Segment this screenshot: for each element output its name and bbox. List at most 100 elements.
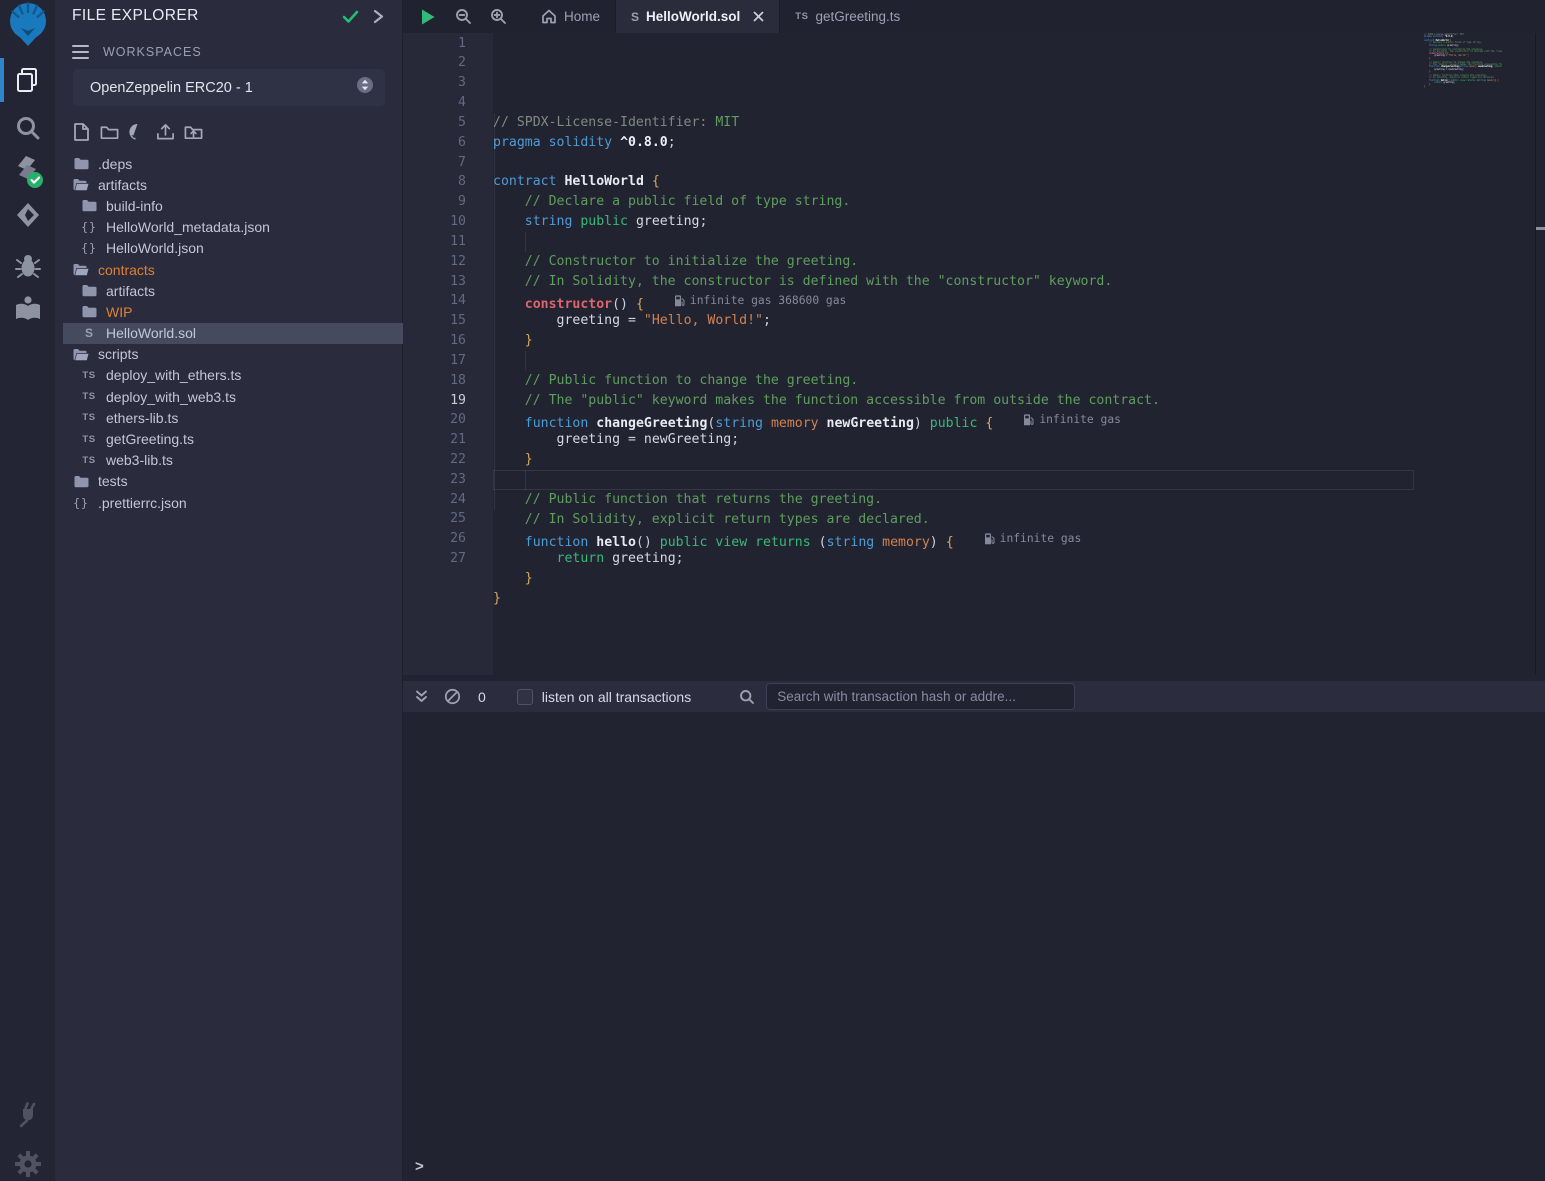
ts-icon: TS [81, 370, 97, 381]
code-line-10[interactable]: constructor() {infinite gas 368600 gas [493, 291, 1414, 311]
tab-helloworld-sol[interactable]: SHelloWorld.sol [615, 0, 780, 33]
tree-item-ethers-lib-ts[interactable]: TSethers-lib.ts [55, 407, 403, 428]
tree-item-helloworld-json[interactable]: {}HelloWorld.json [55, 238, 403, 259]
file-tree: .depsartifactsbuild-info{}HelloWorld_met… [55, 153, 403, 513]
tree-item-deploy-with-ethers-ts[interactable]: TSdeploy_with_ethers.ts [55, 365, 403, 386]
new-folder-icon[interactable] [100, 122, 119, 142]
code-line-12[interactable]: } [493, 331, 1414, 351]
code-line-3[interactable] [493, 153, 1414, 173]
workspaces-label: WORKSPACES [103, 45, 202, 59]
code-line-17[interactable]: greeting = newGreeting; [493, 430, 1414, 450]
code-line-19[interactable] [493, 470, 1414, 490]
code-line-23[interactable]: return greeting; [493, 549, 1414, 569]
tree-item-getgreeting-ts[interactable]: TSgetGreeting.ts [55, 428, 403, 449]
workspace-select[interactable]: OpenZeppelin ERC20 - 1 [73, 69, 385, 106]
tab-label: HelloWorld.sol [646, 9, 740, 24]
indent-guide [525, 351, 526, 371]
remix-logo-icon[interactable] [0, 1, 55, 47]
zoom-in-icon[interactable] [489, 8, 507, 26]
code-line-7[interactable] [493, 232, 1414, 252]
code-line-4[interactable]: contract HelloWorld { [493, 172, 1414, 192]
code-line-1[interactable]: // SPDX-License-Identifier: MIT [493, 113, 1414, 133]
code-line-6[interactable]: string public greeting; [493, 212, 1414, 232]
tree-item-wip[interactable]: WIP [55, 301, 403, 322]
line-number: 26 [403, 529, 493, 549]
line-number: 11 [403, 232, 493, 252]
solidity-compiler-icon[interactable] [0, 153, 55, 191]
transaction-search-input[interactable] [766, 683, 1075, 710]
tabs-container: HomeSHelloWorld.solTSgetGreeting.ts [526, 0, 915, 33]
tree-item--deps[interactable]: .deps [55, 153, 403, 174]
code-line-2[interactable]: pragma solidity ^0.8.0; [493, 133, 1414, 153]
run-script-icon[interactable] [419, 8, 437, 26]
tab-getgreeting-ts[interactable]: TSgetGreeting.ts [780, 0, 915, 33]
tree-item-tests[interactable]: tests [55, 471, 403, 492]
minimap[interactable]: // SPDX-License-Identifier: MITpragma so… [1424, 33, 1502, 95]
tree-item-scripts[interactable]: scripts [55, 344, 403, 365]
workspaces-menu-icon[interactable] [72, 43, 89, 61]
settings-gear-icon[interactable] [0, 1147, 55, 1181]
tree-item-helloworld-metadata-json[interactable]: {}HelloWorld_metadata.json [55, 217, 403, 238]
upload-file-icon[interactable] [156, 122, 175, 142]
tree-item-build-info[interactable]: build-info [55, 195, 403, 216]
line-number: 4 [403, 93, 493, 113]
tree-item-artifacts[interactable]: artifacts [55, 280, 403, 301]
terminal-content[interactable]: > [403, 712, 1545, 1181]
clear-console-icon[interactable] [444, 688, 461, 705]
zoom-out-icon[interactable] [454, 8, 472, 26]
tab-home[interactable]: Home [526, 0, 615, 33]
code-line-9[interactable]: // In Solidity, the constructor is defin… [493, 272, 1414, 292]
code-line-15[interactable]: // The "public" keyword makes the functi… [493, 391, 1414, 411]
code-line-21[interactable]: // In Solidity, explicit return types ar… [493, 510, 1414, 530]
expand-terminal-icon[interactable] [414, 689, 429, 704]
deploy-and-run-icon[interactable] [0, 199, 55, 231]
panel-chevron-right-icon[interactable] [371, 8, 385, 30]
tree-item-web3-lib-ts[interactable]: TSweb3-lib.ts [55, 450, 403, 471]
code-area[interactable]: 1234567891011121314151617181920212223242… [403, 33, 1545, 681]
line-number: 14 [403, 291, 493, 311]
tree-item-deploy-with-web3-ts[interactable]: TSdeploy_with_web3.ts [55, 386, 403, 407]
tree-item--prettierrc-json[interactable]: {}.prettierrc.json [55, 492, 403, 513]
code-line-26[interactable] [493, 609, 1414, 629]
ts-icon: TS [81, 455, 97, 466]
learneth-icon[interactable] [0, 292, 55, 326]
code-line-25[interactable]: } [493, 589, 1414, 609]
code-line-13[interactable] [493, 351, 1414, 371]
debugger-icon[interactable] [0, 250, 55, 282]
tree-item-label: contracts [98, 262, 155, 278]
code-line-24[interactable]: } [493, 569, 1414, 589]
workspace-caret-icon [356, 76, 374, 99]
line-number: 7 [403, 153, 493, 173]
code-line-22[interactable]: function hello() public view returns (st… [493, 529, 1414, 549]
line-number: 19 [403, 391, 493, 411]
code-line-16[interactable]: function changeGreeting(string memory ne… [493, 410, 1414, 430]
code-line-11[interactable]: greeting = "Hello, World!"; [493, 311, 1414, 331]
search-icon[interactable] [0, 112, 55, 144]
tree-item-helloworld-sol[interactable]: SHelloWorld.sol [55, 323, 403, 344]
new-file-icon[interactable] [72, 122, 91, 142]
tree-item-contracts[interactable]: contracts [55, 259, 403, 280]
plugin-manager-icon[interactable] [0, 1097, 55, 1131]
explorer-toolbar [72, 122, 203, 142]
clone-github-icon[interactable] [128, 122, 147, 142]
panel-check-icon[interactable] [341, 8, 360, 30]
code-line-20[interactable]: // Public function that returns the gree… [493, 490, 1414, 510]
code-line-5[interactable]: // Declare a public field of type string… [493, 192, 1414, 212]
code-line-8[interactable]: // Constructor to initialize the greetin… [493, 252, 1414, 272]
code-line-18[interactable]: } [493, 450, 1414, 470]
close-tab-icon[interactable] [753, 11, 764, 22]
line-number: 18 [403, 371, 493, 391]
file-explorer-icon[interactable] [0, 62, 55, 98]
json-icon: {} [73, 496, 89, 510]
code-line-27[interactable] [493, 629, 1414, 649]
listen-transactions-checkbox[interactable] [517, 689, 533, 705]
line-number: 12 [403, 252, 493, 272]
code-content[interactable]: // SPDX-License-Identifier: MITpragma so… [493, 33, 1414, 675]
code-line-14[interactable]: // Public function to change the greetin… [493, 371, 1414, 391]
tree-item-label: HelloWorld.json [106, 240, 204, 256]
tree-item-label: tests [98, 473, 128, 489]
terminal-search-icon [739, 689, 755, 705]
upload-folder-icon[interactable] [184, 122, 203, 142]
tree-item-artifacts[interactable]: artifacts [55, 174, 403, 195]
overview-ruler [1535, 33, 1545, 675]
